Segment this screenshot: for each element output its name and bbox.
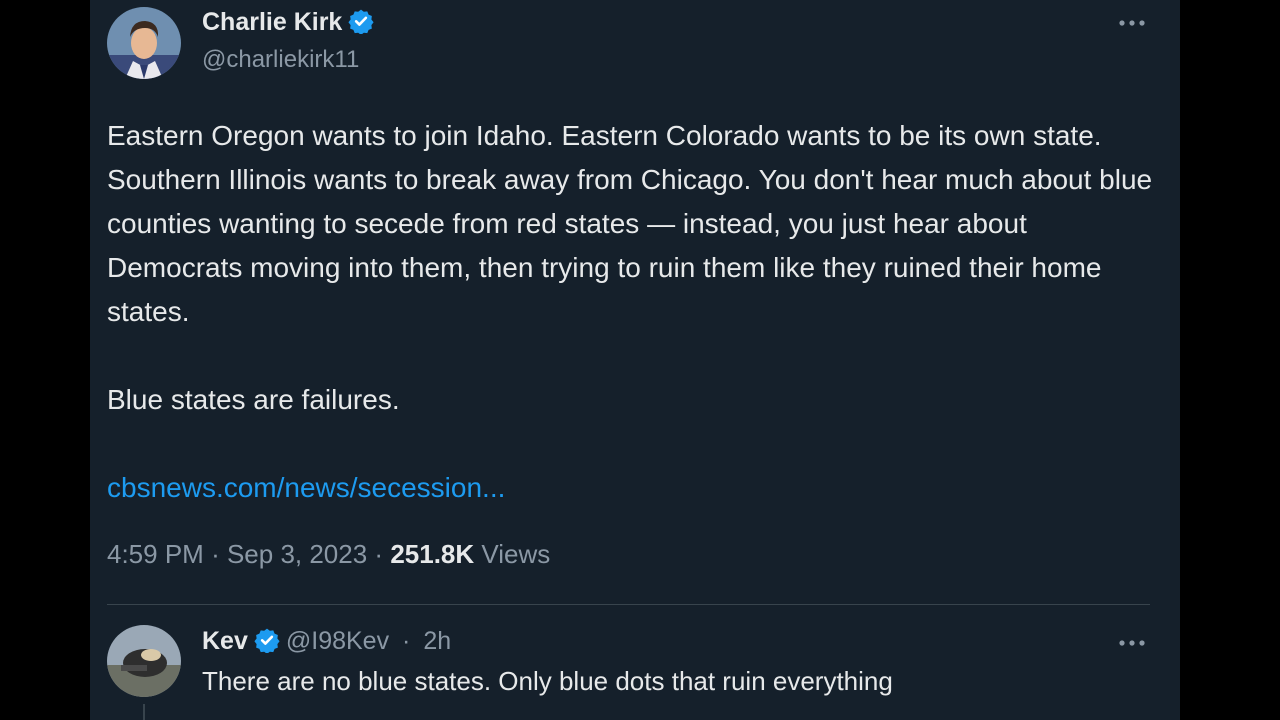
reply-text: There are no blue states. Only blue dots… [202, 666, 893, 696]
reply-header: Kev @I98Kev · 2h [202, 627, 451, 660]
reply-author-handle[interactable]: @I98Kev [286, 627, 389, 655]
tweet-paragraph: Blue states are failures. [107, 384, 400, 415]
more-options-icon[interactable] [1116, 16, 1148, 28]
author-name-text[interactable]: Charlie Kirk [202, 8, 342, 36]
reply-author-name[interactable]: Kev [202, 627, 248, 655]
more-options-icon[interactable] [1116, 636, 1148, 648]
thread-line [143, 704, 145, 720]
meta-separator: · [395, 627, 418, 655]
tweet-date[interactable]: Sep 3, 2023 [227, 539, 367, 569]
verified-badge-icon [348, 8, 374, 41]
views-label: Views [481, 539, 551, 569]
author-avatar[interactable] [107, 7, 181, 79]
tweet-text: Eastern Oregon wants to join Idaho. East… [107, 114, 1167, 510]
article-link[interactable]: cbsnews.com/news/secession... [107, 472, 505, 503]
views-count: 251.8K [390, 539, 475, 569]
meta-separator: · [211, 539, 227, 569]
tweet-paragraph: Eastern Oregon wants to join Idaho. East… [107, 120, 1153, 327]
meta-separator: · [374, 539, 391, 569]
tweet-panel: Charlie Kirk @charliekirk11 Eastern Oreg… [90, 0, 1180, 720]
tweet-time[interactable]: 4:59 PM [107, 539, 204, 569]
author-handle[interactable]: @charliekirk11 [202, 46, 359, 74]
reply-avatar[interactable] [107, 625, 181, 697]
divider [107, 604, 1150, 605]
reply-age[interactable]: 2h [423, 627, 451, 655]
verified-badge-icon [254, 627, 280, 660]
tweet-meta: 4:59 PM · Sep 3, 2023 · 251.8K Views [107, 539, 550, 570]
author-name[interactable]: Charlie Kirk [202, 8, 374, 41]
